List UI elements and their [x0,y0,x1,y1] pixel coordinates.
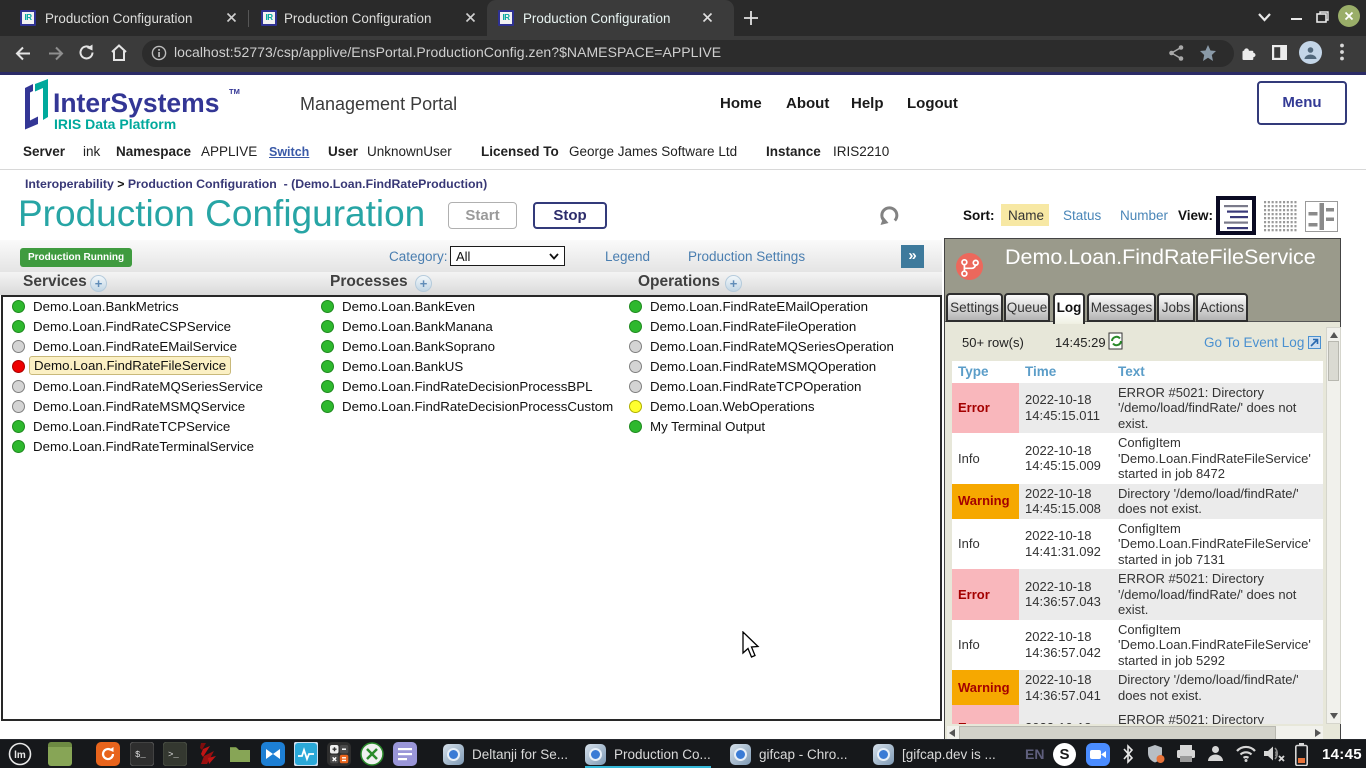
svg-text:>_: >_ [168,750,179,760]
svg-text:$_: $_ [135,750,146,760]
svg-text:TM: TM [229,87,240,96]
svg-text:InterSystems: InterSystems [53,88,219,118]
svg-text:lm: lm [14,750,26,761]
svg-text:IRIS Data Platform: IRIS Data Platform [54,116,176,132]
